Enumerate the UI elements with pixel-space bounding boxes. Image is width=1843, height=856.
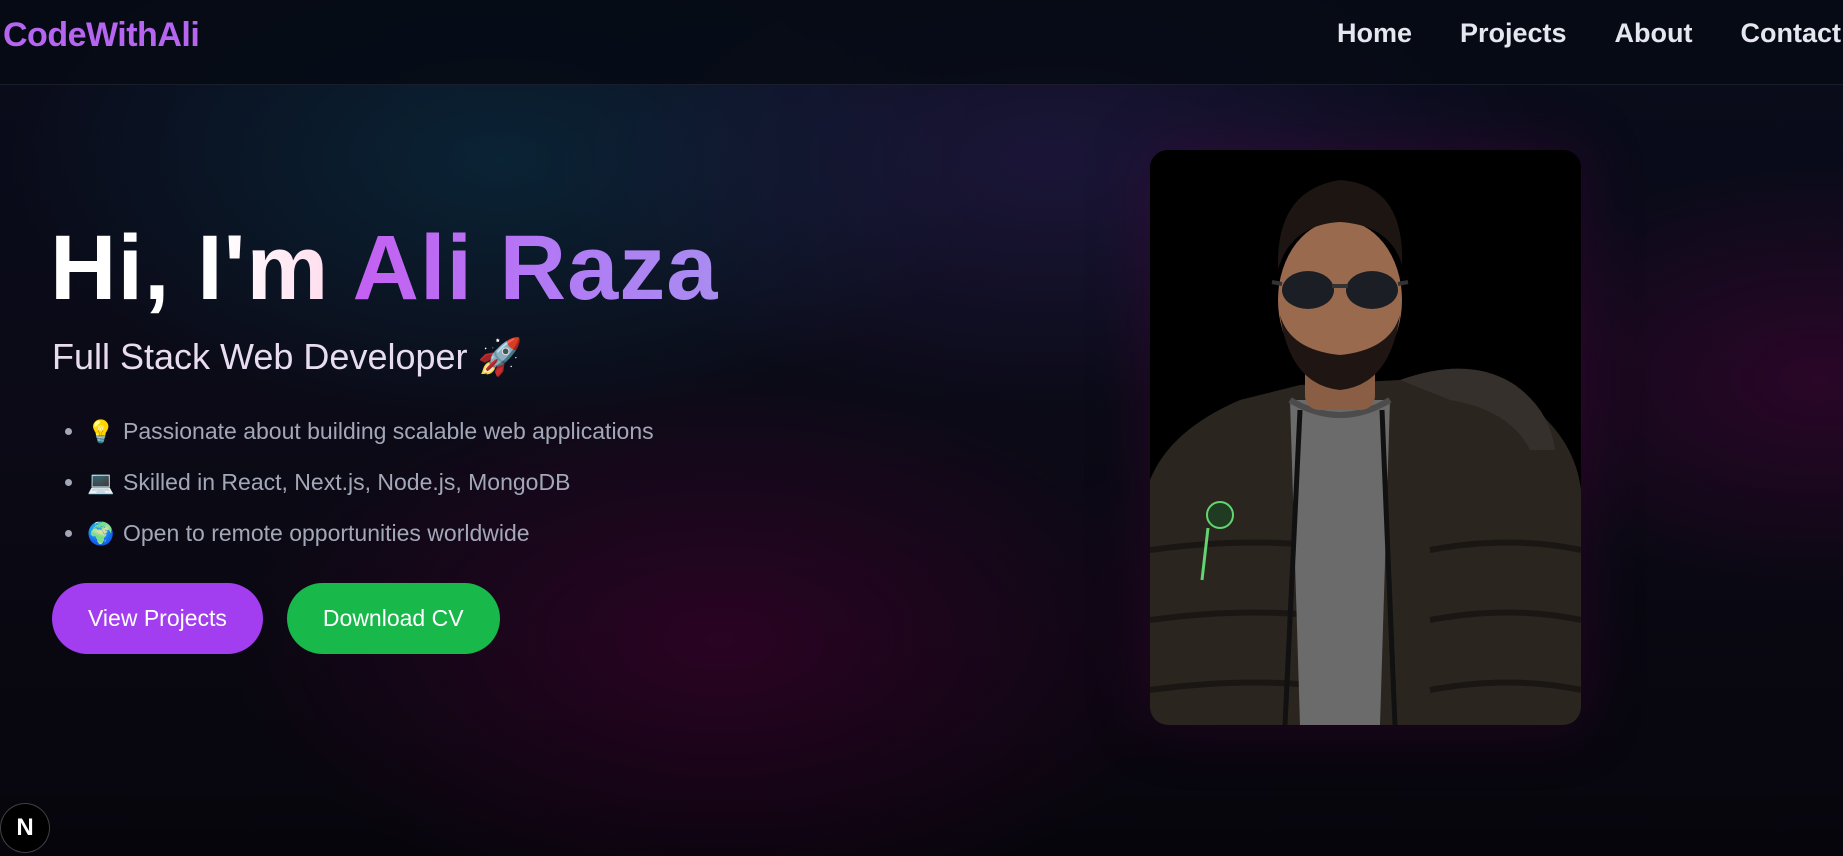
feature-item: 🌍 Open to remote opportunities worldwide <box>86 508 654 559</box>
nav-links: Home Projects About Contact <box>1337 18 1841 49</box>
feature-text: Passionate about building scalable web a… <box>123 418 654 444</box>
nav-link-about[interactable]: About <box>1615 18 1693 49</box>
globe-icon: 🌍 <box>87 521 115 546</box>
feature-item: 💡 Passionate about building scalable web … <box>86 406 654 457</box>
feature-text: Open to remote opportunities worldwide <box>123 520 530 546</box>
feature-list: 💡 Passionate about building scalable web … <box>52 406 654 559</box>
feature-text: Skilled in React, Next.js, Node.js, Mong… <box>123 469 571 495</box>
feature-item: 💻 Skilled in React, Next.js, Node.js, Mon… <box>86 457 654 508</box>
download-cv-button[interactable]: Download CV <box>286 583 500 654</box>
hero-name: Ali Raza <box>352 217 719 319</box>
nav-link-projects[interactable]: Projects <box>1460 18 1567 49</box>
navbar: CodeWithAli Home Projects About Contact <box>0 0 1843 85</box>
laptop-icon: 💻 <box>87 470 115 495</box>
portrait-illustration <box>1150 150 1581 725</box>
nav-link-home[interactable]: Home <box>1337 18 1412 49</box>
view-projects-button[interactable]: View Projects <box>52 583 263 654</box>
hero-greeting: Hi, I'm <box>50 217 353 319</box>
hero-title: Hi, I'm Ali Raza <box>50 217 719 319</box>
lightbulb-icon: 💡 <box>87 419 115 444</box>
hero-subtitle: Full Stack Web Developer 🚀 <box>52 336 523 377</box>
nextjs-icon[interactable]: N <box>0 803 50 853</box>
portrait-photo <box>1150 150 1581 725</box>
nav-link-contact[interactable]: Contact <box>1741 18 1842 49</box>
page: CodeWithAli Home Projects About Contact … <box>0 0 1843 856</box>
site-logo[interactable]: CodeWithAli <box>3 16 200 55</box>
hero-buttons: View Projects Download CV <box>52 583 500 654</box>
